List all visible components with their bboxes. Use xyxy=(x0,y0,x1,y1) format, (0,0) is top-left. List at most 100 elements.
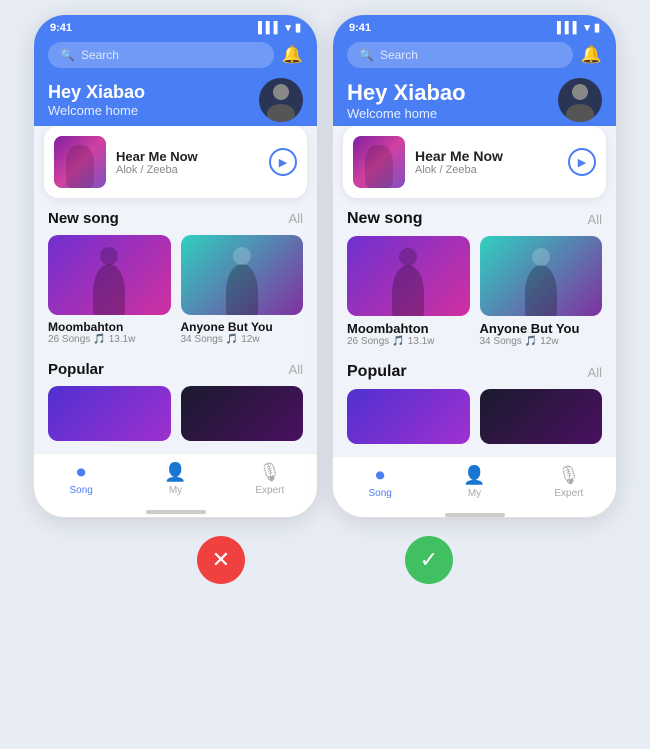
battery-icon-right: ▮ xyxy=(594,21,600,34)
avatar-svg-left xyxy=(259,78,303,122)
greeting-subtitle-right: Welcome home xyxy=(347,106,466,121)
new-song-cards-left: Moombahton 26 Songs 🎵 13.1w xyxy=(48,235,303,345)
avatar-right xyxy=(558,78,602,122)
anyone-name-left: Anyone But You xyxy=(181,320,304,334)
anyone-songs-left: 34 Songs xyxy=(181,334,223,345)
search-icon-right: 🔍 xyxy=(359,48,374,62)
anyone-sep-left: 🎵 xyxy=(226,334,238,345)
moombahton-plays-right: 13.1w xyxy=(408,336,435,347)
header-right: 🔍 Search 🔔 Hey Xiabao Welcome home xyxy=(333,36,616,138)
card-img-moombahton-left xyxy=(48,235,171,315)
greeting-title-right: Hey Xiabao xyxy=(347,80,466,106)
search-bar-right[interactable]: 🔍 Search xyxy=(347,42,573,68)
nav-song-right[interactable]: ⏺ Song xyxy=(353,465,408,499)
new-song-header-right: New song All xyxy=(347,210,602,228)
play-btn-left[interactable]: ▶ xyxy=(269,148,297,176)
avatar-left xyxy=(259,78,303,122)
anyone-sep-right: 🎵 xyxy=(525,336,537,347)
my-nav-icon-left: 👤 xyxy=(164,462,186,483)
card-anyone-left[interactable]: Anyone But You 34 Songs 🎵 12w xyxy=(181,235,304,345)
moombahton-art-right xyxy=(347,236,470,316)
new-song-title-left: New song xyxy=(48,210,119,227)
new-song-section-right: New song All Moombaht xyxy=(333,198,616,351)
person-anyone-left xyxy=(181,235,304,315)
body-anyone-left xyxy=(226,264,258,315)
moombahton-meta-left: 26 Songs 🎵 13.1w xyxy=(48,334,171,345)
nav-song-left[interactable]: ⏺ Song xyxy=(54,462,109,496)
time-right: 9:41 xyxy=(349,22,371,34)
anyone-meta-right: 34 Songs 🎵 12w xyxy=(480,336,603,347)
wrong-button[interactable]: ✕ xyxy=(197,536,245,584)
nav-my-label-right: My xyxy=(468,488,481,499)
phone-right: 9:41 ▌▌▌ ▾ ▮ 🔍 Search 🔔 Hey Xiabao Welco… xyxy=(332,14,617,518)
search-icon-left: 🔍 xyxy=(60,48,75,62)
head-right xyxy=(399,248,417,266)
card-anyone-right[interactable]: Anyone But You 34 Songs 🎵 12w xyxy=(480,236,603,347)
anyone-meta-left: 34 Songs 🎵 12w xyxy=(181,334,304,345)
now-playing-right[interactable]: Hear Me Now Alok / Zeeba ▶ xyxy=(343,126,606,198)
nav-my-right[interactable]: 👤 My xyxy=(447,465,502,499)
header-left: 🔍 Search 🔔 Hey Xiabao Welcome home xyxy=(34,36,317,138)
moombahton-meta-right: 26 Songs 🎵 13.1w xyxy=(347,336,470,347)
new-song-all-left[interactable]: All xyxy=(289,211,303,226)
song-artist-left: Alok / Zeeba xyxy=(116,164,259,176)
popular-all-left[interactable]: All xyxy=(289,362,303,377)
body-left: Hear Me Now Alok / Zeeba ▶ New song All xyxy=(34,126,317,453)
greeting-row-right: Hey Xiabao Welcome home xyxy=(347,78,602,122)
card-img-anyone-left xyxy=(181,235,304,315)
popular-card-2-right[interactable] xyxy=(480,389,603,444)
bell-icon-left[interactable]: 🔔 xyxy=(282,45,303,65)
right-icon: ✓ xyxy=(420,547,438,573)
nav-expert-left[interactable]: 🎙 Expert xyxy=(242,462,297,496)
status-bar-right: 9:41 ▌▌▌ ▾ ▮ xyxy=(333,15,616,36)
album-art-left xyxy=(54,136,106,188)
status-bar-left: 9:41 ▌▌▌ ▾ ▮ xyxy=(34,15,317,36)
status-icons-right: ▌▌▌ ▾ ▮ xyxy=(557,21,600,34)
greeting-row-left: Hey Xiabao Welcome home xyxy=(48,78,303,122)
battery-icon: ▮ xyxy=(295,21,301,34)
time-left: 9:41 xyxy=(50,22,72,34)
popular-all-right[interactable]: All xyxy=(588,365,602,380)
expert-nav-icon-left: 🎙 xyxy=(258,462,281,483)
card-moombahton-left[interactable]: Moombahton 26 Songs 🎵 13.1w xyxy=(48,235,171,345)
bell-icon-right[interactable]: 🔔 xyxy=(581,45,602,65)
play-btn-right[interactable]: ▶ xyxy=(568,148,596,176)
new-song-header-left: New song All xyxy=(48,210,303,227)
search-row-left: 🔍 Search 🔔 xyxy=(48,42,303,68)
new-song-all-right[interactable]: All xyxy=(588,212,602,227)
album-thumb-left xyxy=(54,136,106,188)
song-title-right: Hear Me Now xyxy=(415,148,558,164)
now-playing-left[interactable]: Hear Me Now Alok / Zeeba ▶ xyxy=(44,126,307,198)
card-moombahton-right[interactable]: Moombahton 26 Songs 🎵 13.1w xyxy=(347,236,470,347)
anyone-art-right xyxy=(480,236,603,316)
greeting-title-left: Hey Xiabao xyxy=(48,82,145,103)
nav-expert-label-right: Expert xyxy=(554,488,583,499)
moombahton-name-right: Moombahton xyxy=(347,321,470,336)
anyone-songs-right: 34 Songs xyxy=(480,336,522,347)
search-bar-left[interactable]: 🔍 Search xyxy=(48,42,274,68)
nav-song-label-left: Song xyxy=(69,485,92,496)
wifi-icon-right: ▾ xyxy=(584,21,590,34)
nav-expert-right[interactable]: 🎙 Expert xyxy=(541,465,596,499)
body-anyone-right xyxy=(525,265,557,316)
bottom-nav-left: ⏺ Song 👤 My 🎙 Expert xyxy=(34,453,317,508)
popular-section-right: Popular All xyxy=(333,351,616,448)
nav-my-left[interactable]: 👤 My xyxy=(148,462,203,496)
popular-card-1-left[interactable] xyxy=(48,386,171,441)
expert-nav-icon-right: 🎙 xyxy=(557,465,580,486)
popular-card-2-left[interactable] xyxy=(181,386,304,441)
person-moombahton-left xyxy=(48,235,171,315)
album-thumb-right xyxy=(353,136,405,188)
album-art-right xyxy=(353,136,405,188)
popular-card-1-right[interactable] xyxy=(347,389,470,444)
greeting-text-right: Hey Xiabao Welcome home xyxy=(347,80,466,121)
popular-header-right: Popular All xyxy=(347,363,602,381)
anyone-plays-right: 12w xyxy=(540,336,558,347)
phone-left: 9:41 ▌▌▌ ▾ ▮ 🔍 Search 🔔 Hey Xiabao Welco… xyxy=(33,14,318,518)
head-left xyxy=(100,247,118,265)
body-right: Hear Me Now Alok / Zeeba ▶ New song All xyxy=(333,126,616,456)
right-button[interactable]: ✓ xyxy=(405,536,453,584)
moombahton-plays-left: 13.1w xyxy=(109,334,136,345)
signal-icon: ▌▌▌ xyxy=(258,22,281,34)
signal-icon-right: ▌▌▌ xyxy=(557,22,580,34)
